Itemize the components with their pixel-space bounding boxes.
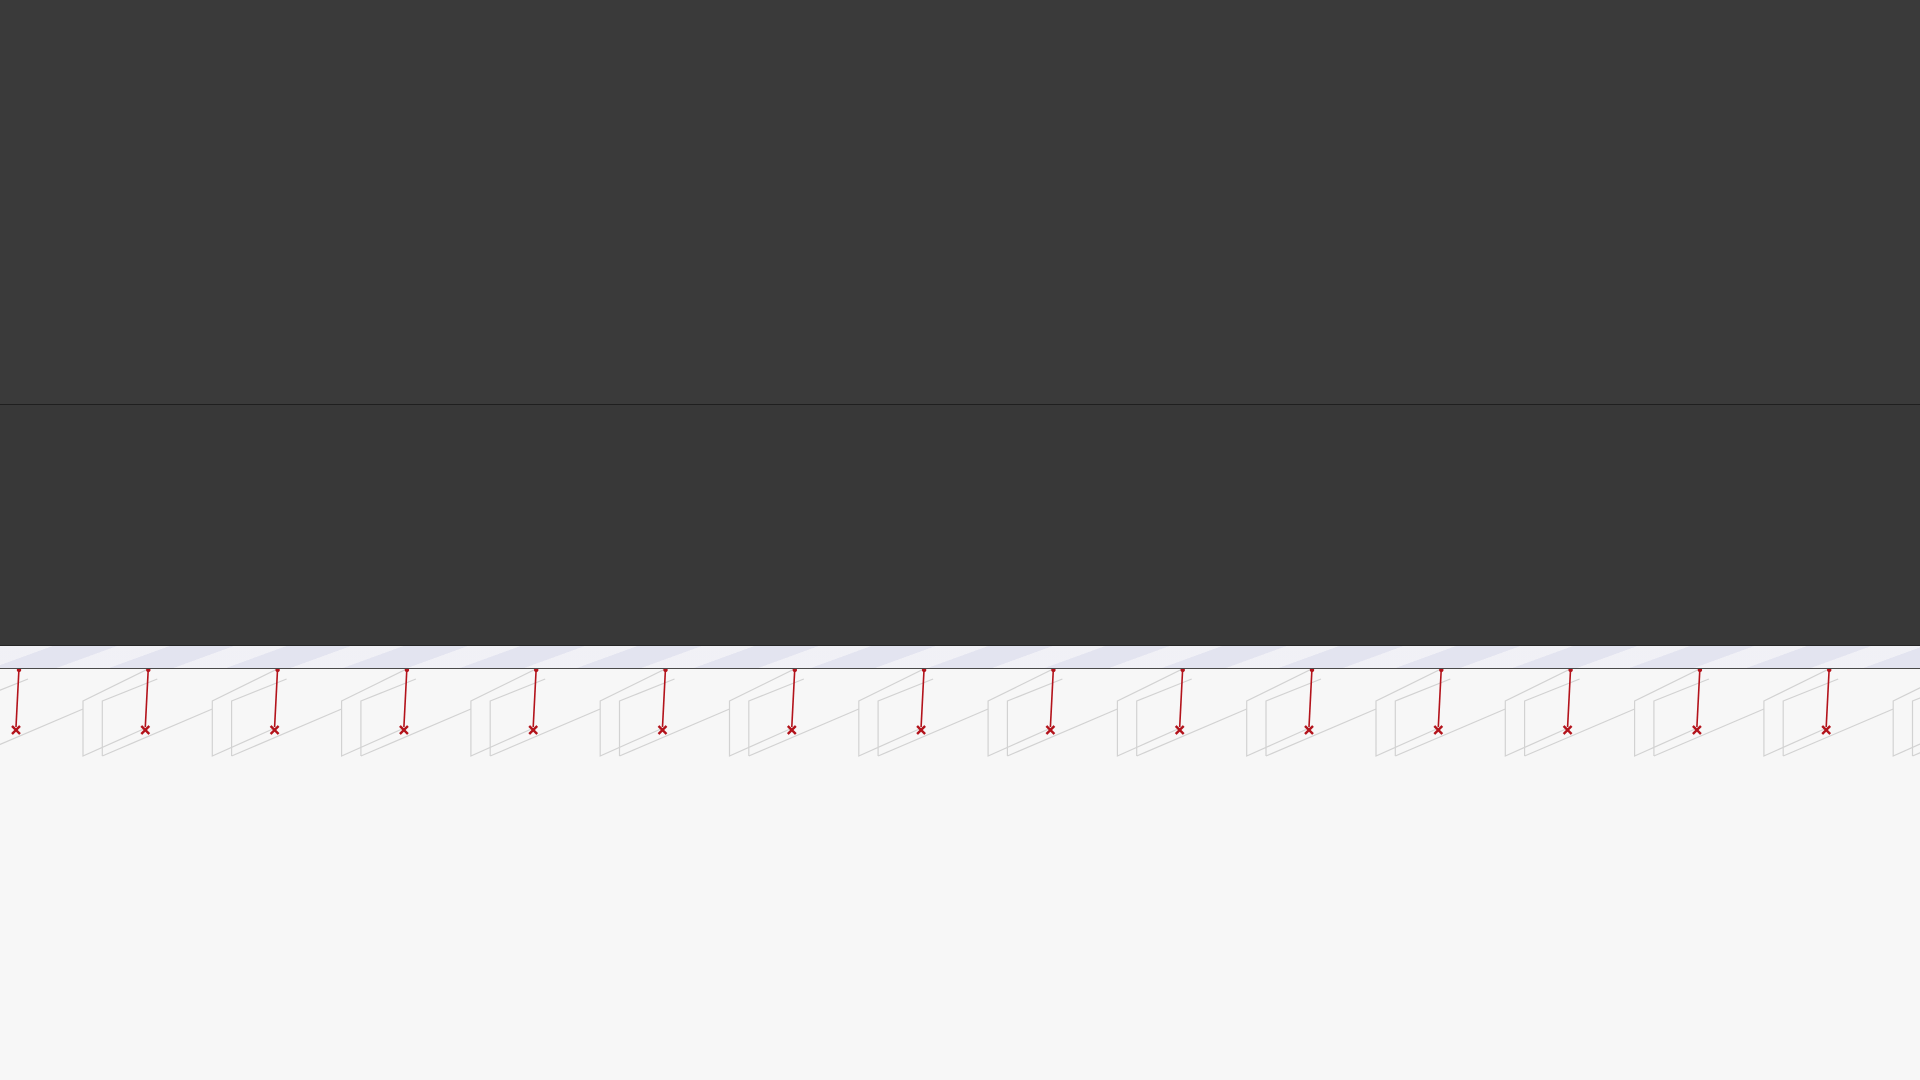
x-marker-icon (11, 725, 21, 735)
3d-viewport-scene[interactable] (0, 669, 1920, 1080)
frame-outline (1524, 669, 1700, 757)
bracket-frame[interactable] (877, 669, 1054, 757)
strut-top-joint (1180, 669, 1185, 673)
frame-diagonal (619, 708, 730, 757)
red-strut (1049, 669, 1055, 728)
bracket-frame[interactable] (1524, 669, 1700, 757)
upper-dark-panel (0, 0, 1920, 405)
frame-outline (101, 669, 278, 757)
strut-top-joint (1827, 669, 1832, 673)
bracket-frame[interactable] (618, 669, 795, 757)
red-strut (920, 669, 925, 728)
bracket-frame[interactable] (489, 669, 666, 757)
frame-diagonal (1136, 708, 1247, 757)
strut-top-joint (1309, 669, 1315, 673)
frame-diagonal (1007, 708, 1118, 757)
frame-outline (748, 669, 925, 757)
bracket-frame[interactable] (748, 669, 925, 757)
bracket-array-drawing (0, 669, 1920, 757)
frame-outline (1136, 669, 1312, 757)
frame-diagonal (1912, 752, 1920, 757)
red-strut (1178, 669, 1184, 728)
strut-top-joint (534, 669, 539, 673)
strut-top-joint (16, 669, 22, 673)
bracket-frame[interactable] (1265, 669, 1442, 757)
viewport-window (0, 0, 1920, 1080)
frame-diagonal (1782, 708, 1894, 757)
frame-outline (1911, 697, 1920, 756)
red-strut (532, 669, 537, 728)
frame-diagonal (877, 708, 989, 757)
frame-diagonal (489, 708, 601, 757)
red-strut (1825, 669, 1830, 728)
red-strut (144, 669, 150, 728)
frame-outline (1265, 669, 1442, 757)
bracket-frame[interactable] (231, 669, 407, 757)
frame-diagonal (748, 708, 860, 757)
strut-top-joint (663, 669, 668, 673)
frame-outline (231, 669, 407, 757)
frame-outline (877, 669, 1054, 757)
frame-diagonal (102, 708, 213, 757)
bracket-frame[interactable] (360, 669, 537, 757)
strut-top-joint (1439, 669, 1444, 673)
frame-outline (360, 669, 537, 757)
bracket-frame[interactable] (101, 669, 278, 757)
red-strut (791, 669, 796, 728)
red-strut (1566, 669, 1572, 728)
bracket-frame[interactable] (1911, 669, 1920, 757)
frame-diagonal (1395, 708, 1506, 757)
strut-top-joint (792, 669, 797, 673)
strut-top-joint (146, 669, 151, 673)
bracket-frame[interactable] (1006, 669, 1183, 757)
frame-outline (1653, 669, 1830, 757)
bracket-frame[interactable] (1394, 669, 1571, 757)
strut-top-joint (1568, 669, 1573, 673)
ground-strip (0, 646, 1920, 669)
bracket-frame[interactable] (0, 669, 149, 757)
frame-outline (618, 669, 795, 757)
strut-top-joint (921, 669, 927, 673)
red-strut (1696, 669, 1701, 728)
red-strut (1437, 669, 1443, 728)
red-strut (661, 669, 667, 728)
strut-top-joint (1051, 669, 1056, 673)
red-strut (1308, 669, 1313, 728)
frame-outline (1006, 669, 1183, 757)
frame-diagonal (1524, 708, 1635, 757)
bracket-frame[interactable] (1136, 669, 1312, 757)
frame-diagonal (1653, 708, 1765, 757)
frame-diagonal (360, 708, 472, 757)
red-strut (273, 669, 279, 728)
strut-top-joint (1697, 669, 1703, 673)
red-strut (403, 669, 408, 728)
frame-outline (489, 669, 666, 757)
frame-outline (1394, 669, 1571, 757)
frame-diagonal (231, 708, 342, 757)
frame-diagonal (1265, 708, 1377, 757)
strut-top-joint (404, 669, 410, 673)
red-strut (15, 669, 20, 728)
bracket-frame[interactable] (1653, 669, 1830, 757)
lower-dark-panel (0, 405, 1920, 646)
strut-top-joint (275, 669, 280, 673)
